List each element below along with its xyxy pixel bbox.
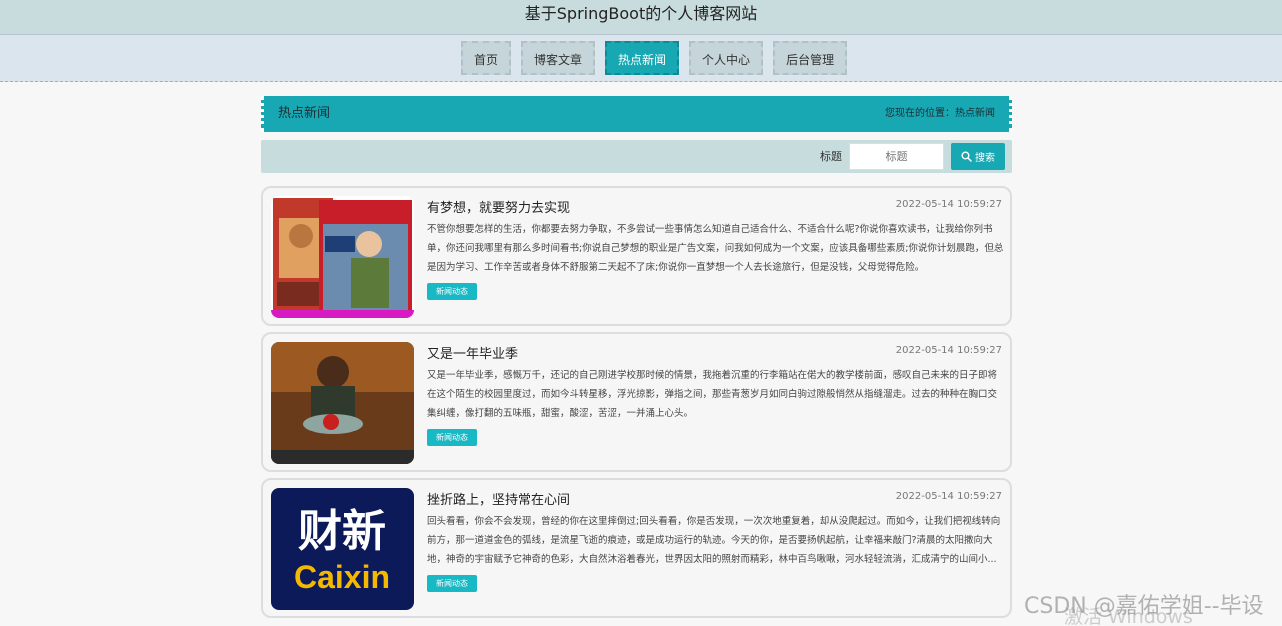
news-title[interactable]: 有梦想，就要努力去实现	[427, 197, 570, 216]
site-title: 基于SpringBoot的个人博客网站	[524, 4, 758, 23]
news-excerpt: 不管你想要怎样的生活，你都要去努力争取，不多尝试一些事情怎么知道自己适合什么、不…	[427, 224, 1004, 273]
section-header: 热点新闻 您现在的位置：热点新闻	[261, 96, 1012, 132]
news-thumbnail[interactable]	[271, 196, 414, 318]
search-button-label: 搜索	[975, 153, 995, 164]
nav-item-hot-news[interactable]: 热点新闻	[605, 41, 680, 75]
svg-text:财新: 财新	[298, 506, 386, 557]
main-nav: 首页 博客文章 热点新闻 个人中心 后台管理	[0, 34, 1282, 82]
news-time: 2022-05-14 10:59:27	[895, 491, 1002, 502]
news-time: 2022-05-14 10:59:27	[895, 345, 1002, 356]
news-tag[interactable]: 新闻动态	[427, 429, 477, 446]
search-title-input[interactable]	[849, 143, 944, 170]
news-title[interactable]: 又是一年毕业季	[427, 343, 518, 362]
svg-text:Caixin: Caixin	[294, 559, 390, 595]
news-card[interactable]: 有梦想，就要努力去实现 2022-05-14 10:59:27 不管你想要怎样的…	[261, 186, 1012, 326]
search-title-label: 标题	[820, 150, 842, 163]
section-title: 热点新闻	[278, 106, 331, 121]
search-button[interactable]: 搜索	[951, 143, 1005, 170]
site-header: 基于SpringBoot的个人博客网站	[0, 0, 1282, 34]
search-icon	[961, 151, 972, 162]
news-card[interactable]: 又是一年毕业季 2022-05-14 10:59:27 又是一年毕业季，感慨万千…	[261, 332, 1012, 472]
nav-item-personal-center[interactable]: 个人中心	[689, 41, 764, 75]
news-card[interactable]: 财新 Caixin 挫折路上，坚持常在心间 2022-05-14 10:59:2…	[261, 478, 1012, 618]
nav-items: 首页 博客文章 热点新闻 个人中心 后台管理	[461, 41, 848, 75]
news-tag[interactable]: 新闻动态	[427, 575, 477, 592]
news-excerpt: 回头看看，你会不会发现，曾经的你在这里摔倒过;回头看看，你是否发现，一次次地重复…	[427, 516, 1001, 565]
news-excerpt: 又是一年毕业季，感慨万千，还记的自己刚进学校那时候的情景，我拖着沉重的行李箱站在…	[427, 370, 998, 419]
search-bar: 标题 搜索	[261, 140, 1012, 173]
nav-item-home[interactable]: 首页	[461, 41, 512, 75]
news-time: 2022-05-14 10:59:27	[895, 199, 1002, 210]
windows-activation-watermark: 激活 Windows	[1064, 606, 1193, 626]
news-title[interactable]: 挫折路上，坚持常在心间	[427, 489, 570, 508]
nav-item-admin[interactable]: 后台管理	[773, 41, 848, 75]
news-thumbnail[interactable]	[271, 342, 414, 464]
breadcrumb: 您现在的位置：热点新闻	[885, 108, 995, 119]
news-tag[interactable]: 新闻动态	[427, 283, 477, 300]
news-thumbnail[interactable]: 财新 Caixin	[271, 488, 414, 610]
nav-item-blog-articles[interactable]: 博客文章	[521, 41, 596, 75]
